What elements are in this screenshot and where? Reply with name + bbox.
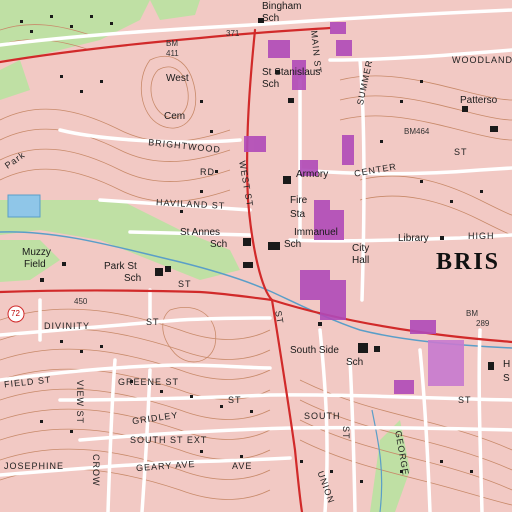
bm-464-label: BM464 [404,127,430,136]
gridley-street-suffix-label: ST [228,395,242,405]
city-hall-label: City [352,243,370,254]
bristol-city-label: BRIS [436,249,501,275]
south-street-label: SOUTH [304,411,341,421]
immanuel-school-label: Immanuel [294,227,338,238]
west-cemetery-label: West [166,73,189,84]
city-hall-label-2: Hall [352,255,370,266]
avenue-suffix-label: AVE [232,461,253,471]
elevation-371-label: 371 [226,29,240,38]
bm-411-label: BM [166,39,178,48]
south-side-school-label-2: Sch [346,357,364,368]
view-street-label: VIEW ST [75,380,85,425]
josephine-street-label: JOSEPHINE [4,461,65,471]
bm-411-value-label: 411 [166,49,179,58]
bingham-school-label: Bingham [262,1,302,12]
library-label: Library [398,233,429,244]
high-street-label: HIGH [468,231,495,241]
muzzy-field-label-2: Field [24,259,46,270]
bm-289-value-label: 289 [476,319,490,328]
park-street-suffix-label: ST [178,279,192,289]
woodland-street-label: WOODLAND [452,55,512,65]
south-side-school-label: South Side [290,345,339,356]
armory-label: Armory [296,169,329,180]
route-72-label: 72 [11,309,20,318]
immanuel-school-label-2: Sch [284,239,302,250]
edge-label-s: S [503,373,510,384]
bm-289-label: BM [466,309,478,318]
park-street-school-label: Park St [104,261,137,272]
pond [7,194,41,218]
st-stanislaus-school-label-2: Sch [262,79,280,90]
greene-street-label: GREENE ST [118,377,180,387]
fire-station-label-2: Sta [290,209,306,220]
main-street-suffix-label: ST [273,309,286,325]
west-cemetery-label-2: Cem [164,111,186,122]
divinity-street-label: DIVINITY [44,321,91,331]
south-street-ext-label: SOUTH ST EXT [130,435,208,445]
street-suffix-label-lower-east: ST [458,395,472,405]
park-street-school-label-2: Sch [124,273,142,284]
muzzy-field-label: Muzzy [22,247,51,258]
brightwood-road-suffix-label: RD [200,167,215,177]
patterson-school-label: Patterso [460,95,498,106]
elevation-450-label: 450 [74,297,88,306]
edge-label-h: H [503,359,511,370]
street-suffix-label-east: ST [454,147,468,157]
topographic-map[interactable]: Bingham Sch 371 BM 411 St Stanislaus Sch… [0,0,512,512]
bingham-school-label-2: Sch [262,13,280,24]
st-annes-school-label-2: Sch [210,239,228,250]
st-stanislaus-school-label: St Stanislaus [262,67,321,78]
divinity-street-suffix-label: ST [146,317,160,327]
st-annes-school-label: St Annes [180,227,221,238]
fire-station-label: Fire [290,195,308,206]
crow-street-label: CROW [91,454,101,487]
street-suffix-label-union: ST [341,426,351,440]
